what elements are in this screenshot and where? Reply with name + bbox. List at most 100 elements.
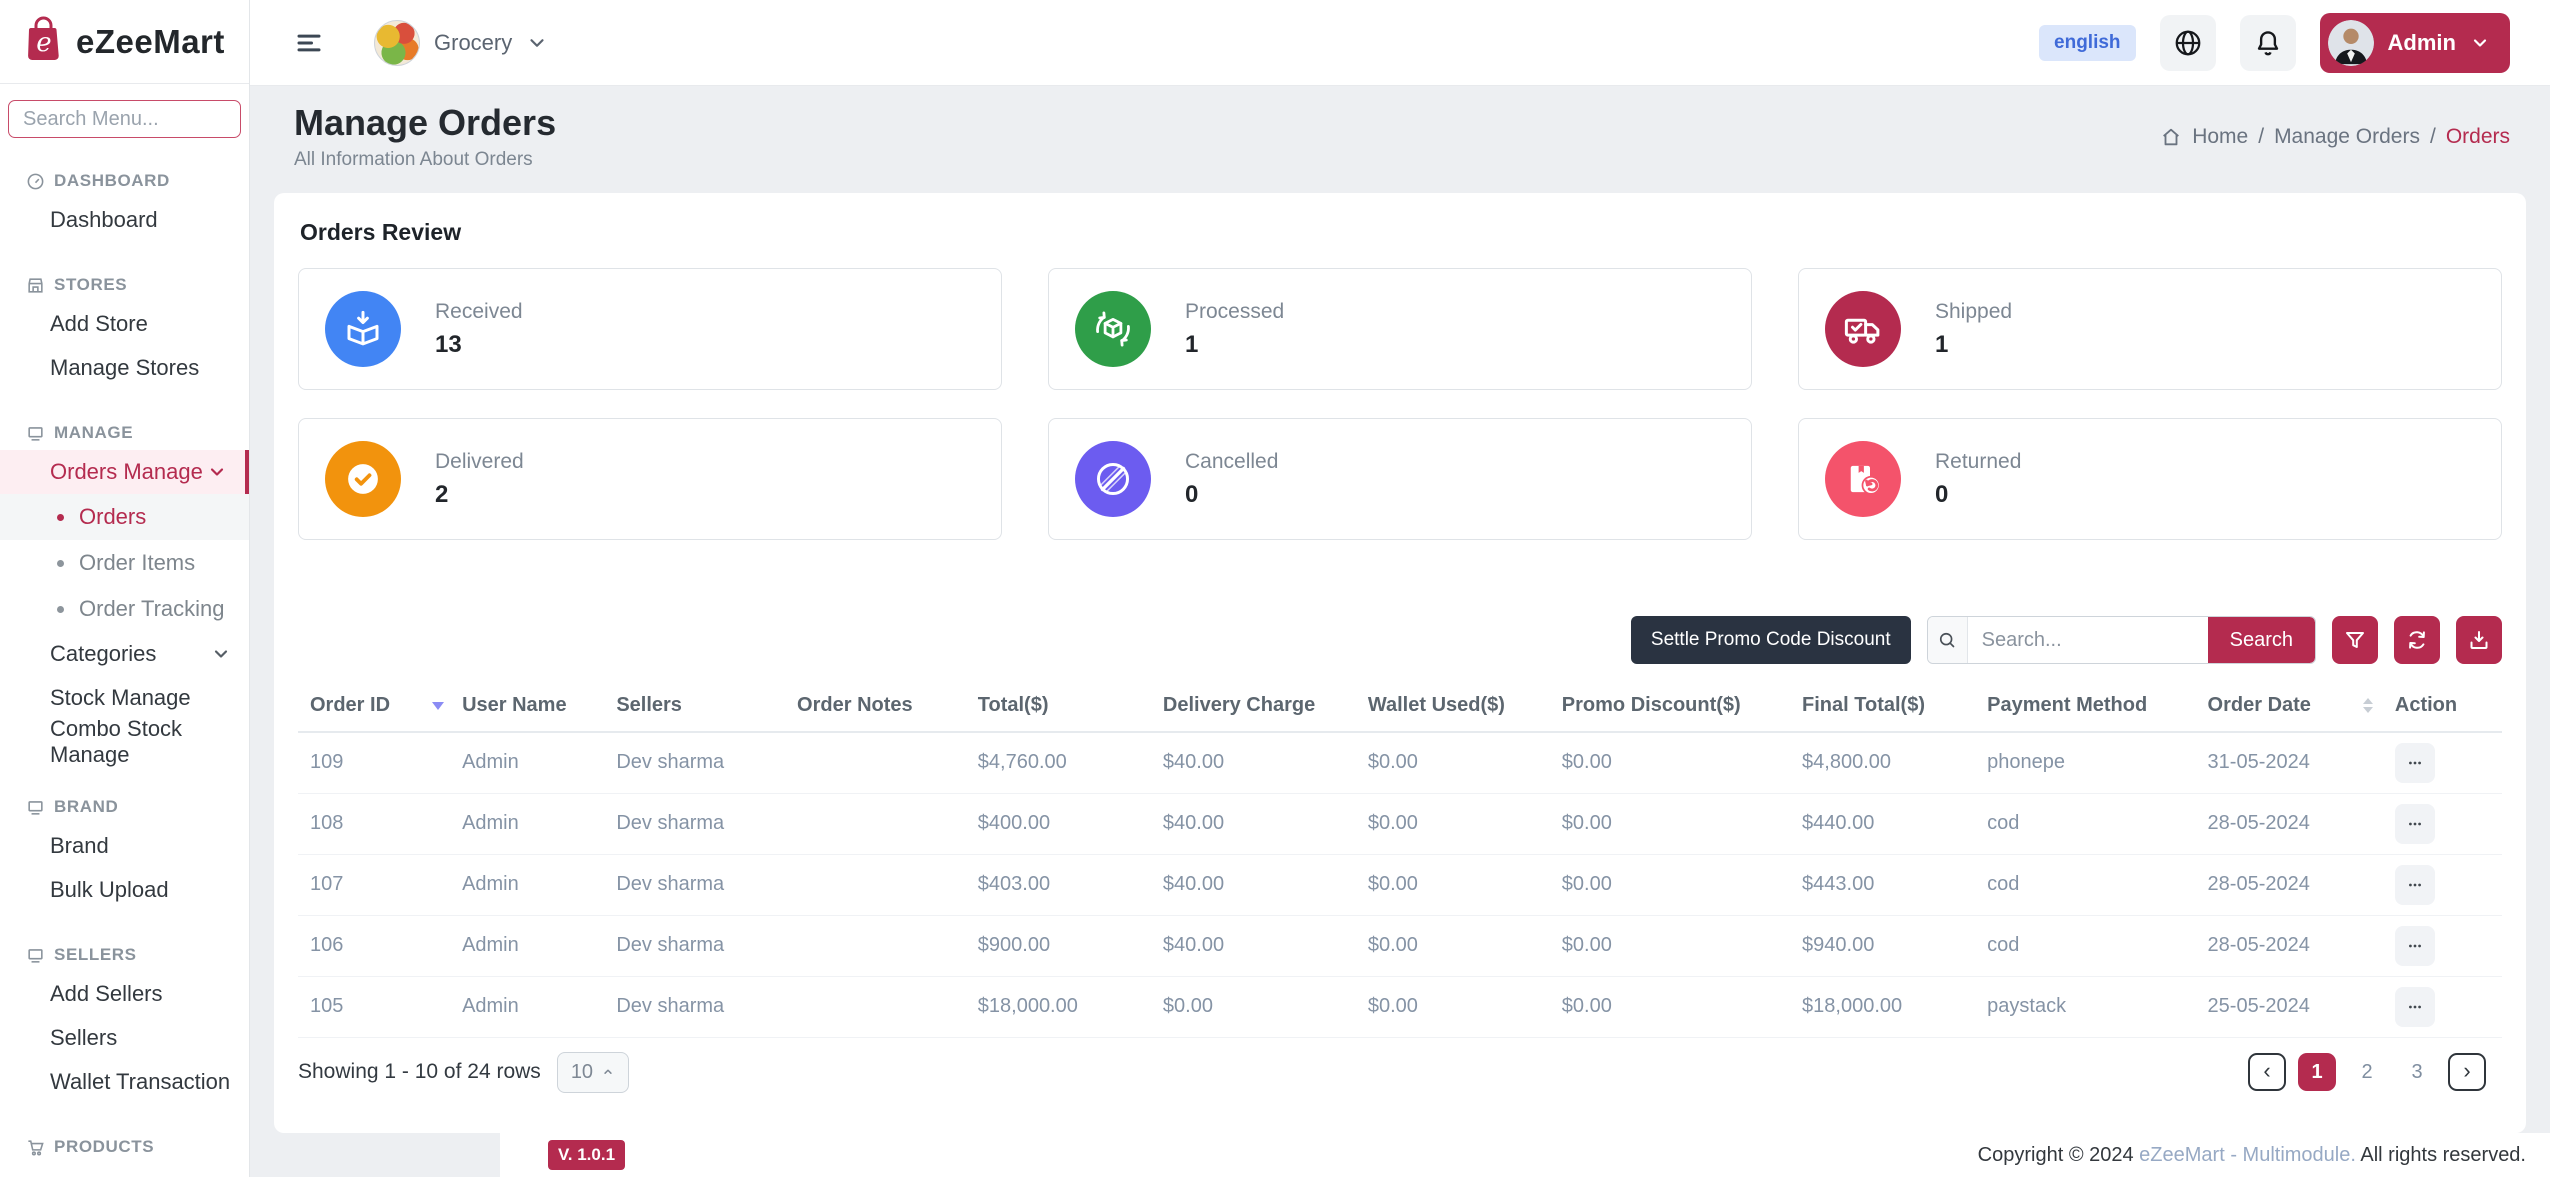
breadcrumb-parent[interactable]: Manage Orders bbox=[2274, 125, 2420, 149]
stat-card-cancelled: Cancelled 0 bbox=[1048, 418, 1752, 540]
stat-card-received: Received 13 bbox=[298, 268, 1002, 390]
ellipsis-icon bbox=[2404, 752, 2426, 774]
table-search-input[interactable] bbox=[1968, 617, 2208, 663]
app-logo[interactable]: e eZeeMart bbox=[0, 0, 249, 84]
row-actions-button[interactable] bbox=[2395, 987, 2435, 1027]
sidebar-item-stock-manage[interactable]: Stock Manage bbox=[0, 676, 249, 720]
stat-label: Received bbox=[435, 300, 523, 324]
page-subtitle: All Information About Orders bbox=[294, 149, 556, 171]
page-button-3[interactable]: 3 bbox=[2398, 1053, 2436, 1091]
sidebar-search-input[interactable] bbox=[8, 100, 241, 138]
copyright-text: Copyright © 2024 eZeeMart - Multimodule.… bbox=[1978, 1144, 2526, 1167]
previous-page-button[interactable]: ‹ bbox=[2248, 1053, 2286, 1091]
sort-desc-icon bbox=[432, 702, 444, 710]
column-header-delivery-charge: Delivery Charge bbox=[1151, 680, 1356, 732]
row-actions-button[interactable] bbox=[2395, 865, 2435, 905]
stat-card-processed: Processed 1 bbox=[1048, 268, 1752, 390]
processed-icon bbox=[1075, 291, 1151, 367]
bell-icon bbox=[2253, 28, 2283, 58]
sidebar-item-sellers[interactable]: Sellers bbox=[0, 1016, 249, 1060]
language-badge[interactable]: english bbox=[2039, 25, 2136, 61]
ellipsis-icon bbox=[2404, 813, 2426, 835]
column-header-promo-discount: Promo Discount($) bbox=[1550, 680, 1790, 732]
page-header: Manage Orders All Information About Orde… bbox=[250, 86, 2550, 191]
next-page-button[interactable]: › bbox=[2448, 1053, 2486, 1091]
table-row: 109Admin Dev sharma $4,760.00$40.00 $0.0… bbox=[298, 732, 2502, 793]
home-icon bbox=[2160, 126, 2182, 148]
admin-menu-button[interactable]: Admin bbox=[2320, 13, 2510, 73]
hamburger-menu-icon[interactable] bbox=[294, 28, 324, 58]
page-size-dropdown[interactable]: 10 bbox=[557, 1052, 629, 1093]
store-name: Grocery bbox=[434, 30, 512, 56]
page-button-2[interactable]: 2 bbox=[2348, 1053, 2386, 1091]
sidebar: e eZeeMart DASHBOARD Dashboard STORES Ad… bbox=[0, 0, 250, 1177]
sidebar-section-products: PRODUCTS bbox=[0, 1130, 249, 1164]
admin-name: Admin bbox=[2388, 30, 2456, 56]
stat-value: 2 bbox=[435, 481, 524, 509]
sidebar-item-add-sellers[interactable]: Add Sellers bbox=[0, 972, 249, 1016]
orders-review-title: Orders Review bbox=[298, 219, 2502, 246]
row-actions-button[interactable] bbox=[2395, 804, 2435, 844]
export-download-button[interactable] bbox=[2456, 616, 2502, 664]
version-badge: V. 1.0.1 bbox=[548, 1140, 625, 1170]
stat-label: Delivered bbox=[435, 450, 524, 474]
stat-card-returned: Returned 0 bbox=[1798, 418, 2502, 540]
shopping-bag-logo-icon: e bbox=[24, 16, 64, 67]
sidebar-item-orders[interactable]: Orders bbox=[0, 494, 249, 540]
column-header-order-id[interactable]: Order ID bbox=[298, 680, 450, 732]
table-search: Search bbox=[1927, 616, 2316, 664]
column-header-user-name: User Name bbox=[450, 680, 604, 732]
column-header-sellers: Sellers bbox=[604, 680, 785, 732]
column-header-order-date[interactable]: Order Date bbox=[2196, 680, 2383, 732]
sidebar-item-wallet-transaction[interactable]: Wallet Transaction bbox=[0, 1060, 249, 1104]
stat-value: 0 bbox=[1935, 481, 2021, 509]
copyright-link[interactable]: eZeeMart - Multimodule. bbox=[2139, 1144, 2356, 1166]
table-row: 106Admin Dev sharma $900.00$40.00 $0.00$… bbox=[298, 915, 2502, 976]
sidebar-item-manage-stores[interactable]: Manage Stores bbox=[0, 346, 249, 390]
sidebar-item-order-tracking[interactable]: Order Tracking bbox=[0, 586, 249, 632]
page-button-1[interactable]: 1 bbox=[2298, 1053, 2336, 1091]
delivered-badge-icon bbox=[325, 441, 401, 517]
settle-promo-code-button[interactable]: Settle Promo Code Discount bbox=[1631, 616, 1911, 664]
sidebar-item-add-store[interactable]: Add Store bbox=[0, 302, 249, 346]
language-globe-button[interactable] bbox=[2160, 15, 2216, 71]
refresh-button[interactable] bbox=[2394, 616, 2440, 664]
sidebar-item-bulk-upload[interactable]: Bulk Upload bbox=[0, 868, 249, 912]
rows-summary: Showing 1 - 10 of 24 rows bbox=[298, 1060, 541, 1084]
sidebar-item-brand[interactable]: Brand bbox=[0, 824, 249, 868]
sidebar-section-dashboard: DASHBOARD bbox=[0, 164, 249, 198]
row-actions-button[interactable] bbox=[2395, 743, 2435, 783]
sidebar-item-combo-stock-manage[interactable]: Combo Stock Manage bbox=[0, 720, 249, 764]
sidebar-item-categories[interactable]: Categories bbox=[0, 632, 249, 676]
column-header-order-notes: Order Notes bbox=[785, 680, 966, 732]
pagination: ‹ 1 2 3 › bbox=[2248, 1053, 2486, 1091]
store-avatar bbox=[374, 20, 420, 66]
store-switcher[interactable]: Grocery bbox=[374, 20, 548, 66]
cancelled-stamp-icon bbox=[1075, 441, 1151, 517]
bullet-icon bbox=[57, 606, 64, 613]
refresh-icon bbox=[2405, 628, 2429, 652]
column-header-total: Total($) bbox=[966, 680, 1151, 732]
stat-card-delivered: Delivered 2 bbox=[298, 418, 1002, 540]
chevron-down-icon bbox=[2470, 33, 2490, 53]
filter-button[interactable] bbox=[2332, 616, 2378, 664]
window-icon bbox=[26, 424, 45, 443]
row-actions-button[interactable] bbox=[2395, 926, 2435, 966]
sidebar-item-dashboard[interactable]: Dashboard bbox=[0, 198, 249, 242]
breadcrumb-home[interactable]: Home bbox=[2192, 125, 2248, 149]
bullet-icon bbox=[57, 560, 64, 567]
stat-label: Returned bbox=[1935, 450, 2021, 474]
chevron-down-icon bbox=[526, 32, 548, 54]
column-header-payment-method: Payment Method bbox=[1975, 680, 2195, 732]
sidebar-item-order-items[interactable]: Order Items bbox=[0, 540, 249, 586]
search-button[interactable]: Search bbox=[2208, 617, 2315, 663]
sidebar-item-orders-manage[interactable]: Orders Manage bbox=[0, 450, 249, 494]
window-icon bbox=[26, 946, 45, 965]
sidebar-section-stores: STORES bbox=[0, 268, 249, 302]
page-title: Manage Orders bbox=[294, 102, 556, 144]
download-icon bbox=[2467, 628, 2491, 652]
notifications-button[interactable] bbox=[2240, 15, 2296, 71]
ellipsis-icon bbox=[2404, 935, 2426, 957]
sidebar-section-sellers: SELLERS bbox=[0, 938, 249, 972]
breadcrumb-separator: / bbox=[2258, 125, 2264, 149]
